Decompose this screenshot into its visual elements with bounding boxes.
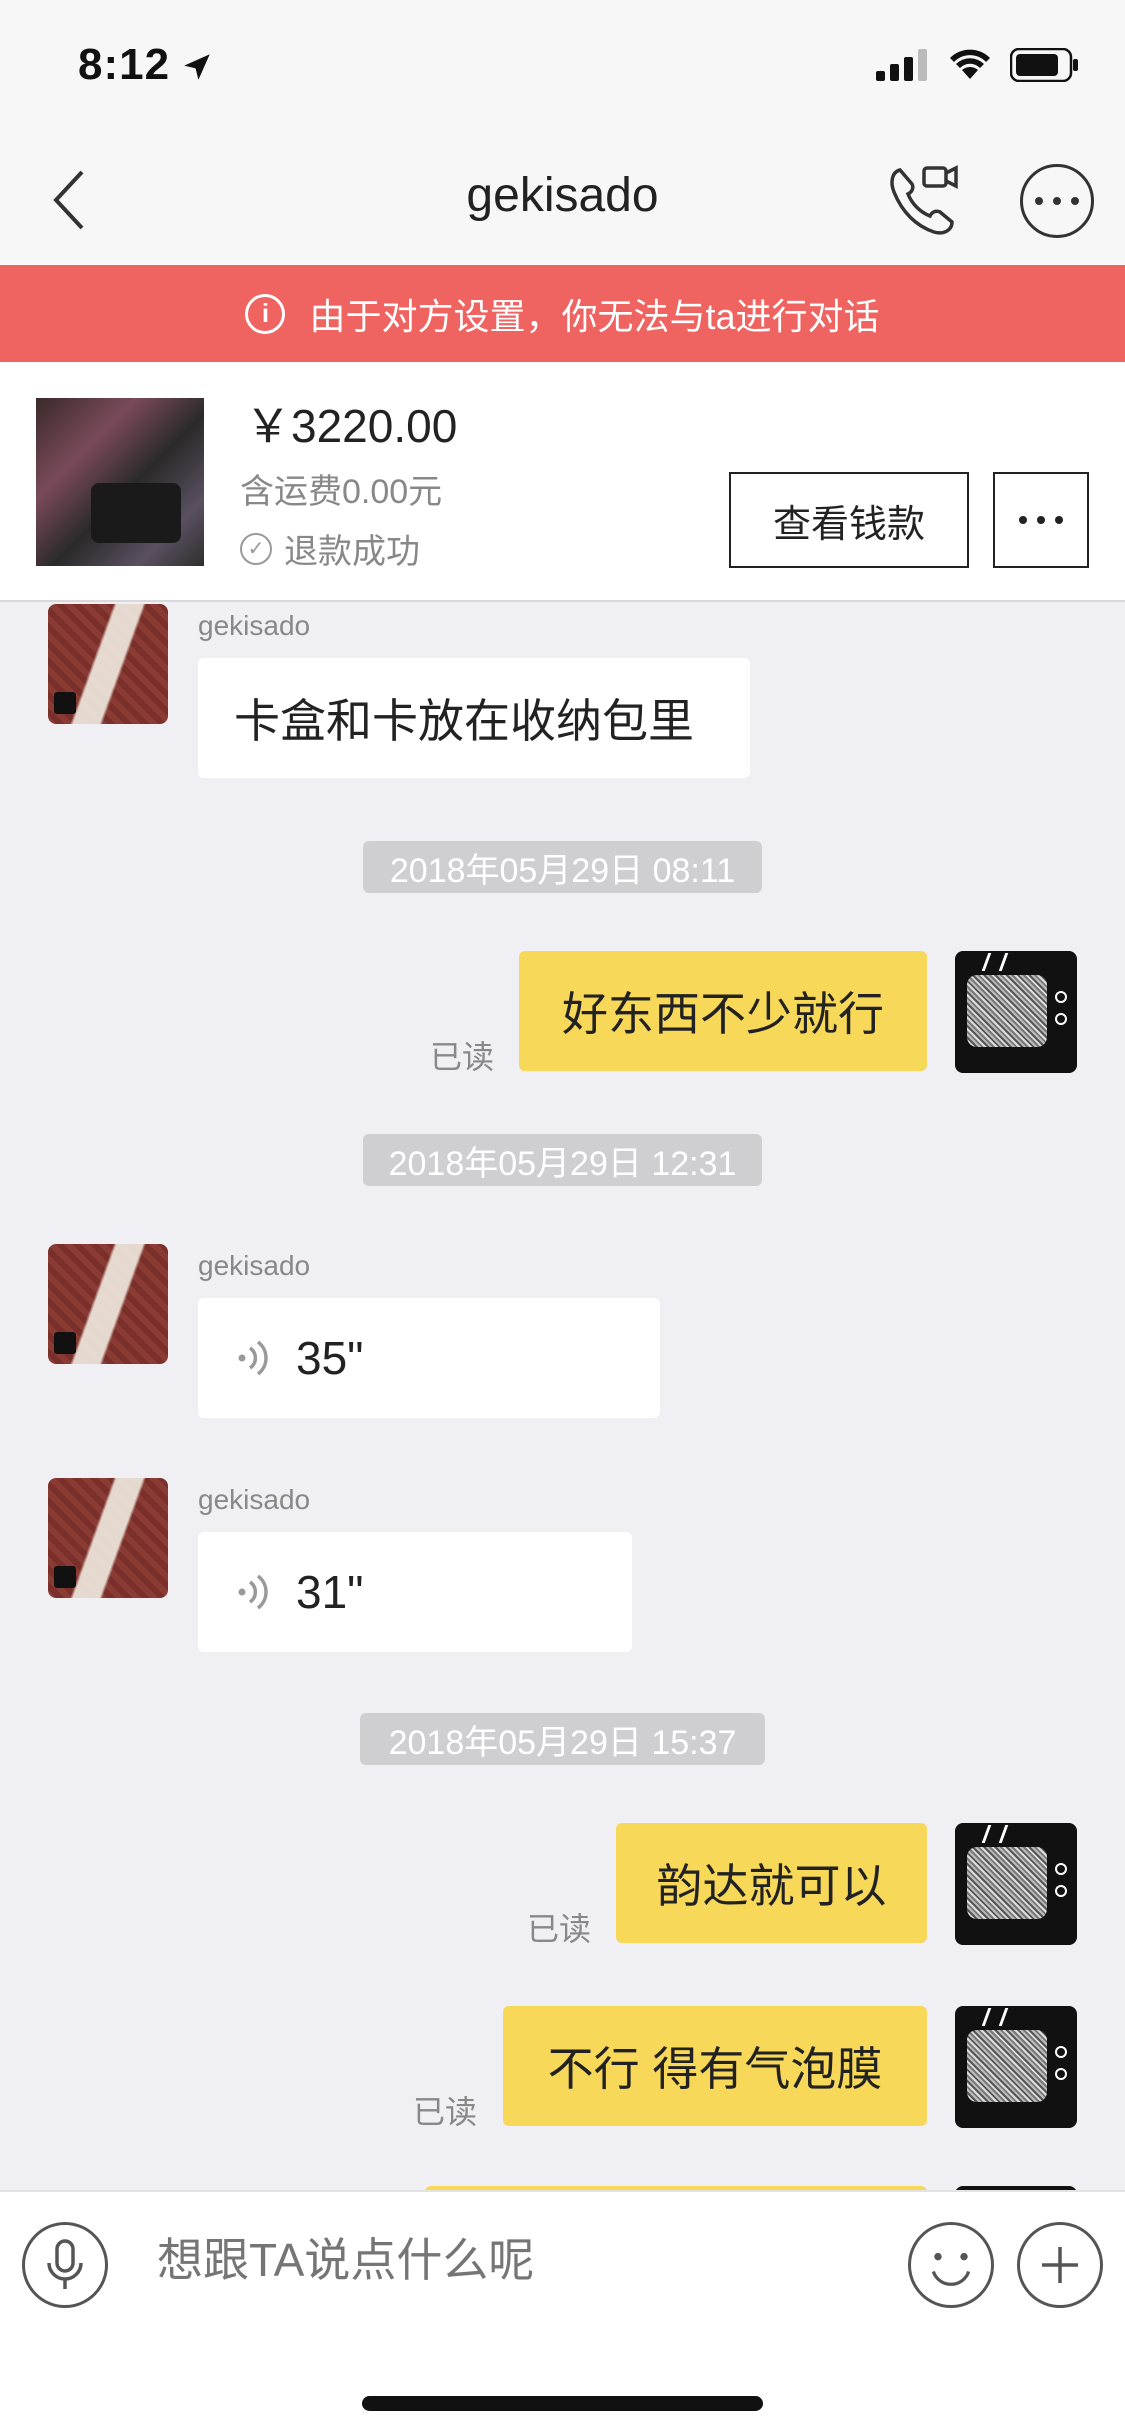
info-icon: i: [245, 293, 286, 334]
own-message-bubble[interactable]: 好东西不少就行: [519, 951, 927, 1071]
emoji-icon[interactable]: [908, 2222, 994, 2308]
own-message-bubble[interactable]: 不行 得有气泡膜: [503, 2006, 927, 2126]
home-area: [0, 2336, 1125, 2436]
voice-message[interactable]: 35": [198, 1298, 660, 1418]
shipping-fee: 含运费0.00元: [240, 473, 443, 511]
timestamp: 2018年05月29日 15:37: [360, 1713, 765, 1765]
timestamp: 2018年05月29日 08:11: [363, 841, 762, 893]
contact-avatar[interactable]: [48, 1478, 168, 1598]
own-avatar[interactable]: [955, 2006, 1077, 2128]
top-bar: 8:12 gekisado: [0, 0, 1125, 265]
sender-name: gekisado: [198, 1250, 311, 1281]
plus-icon[interactable]: [1017, 2222, 1103, 2308]
voice-message[interactable]: 31": [198, 1532, 632, 1652]
order-status: ✓ 退款成功: [240, 524, 420, 573]
chat-area[interactable]: gekisado 卡盒和卡放在收纳包里 2018年05月29日 08:11 已读…: [0, 604, 1125, 2190]
order-status-text: 退款成功: [284, 533, 420, 571]
input-bar: [0, 2190, 1125, 2336]
read-receipt: 已读: [413, 2094, 478, 2130]
own-avatar[interactable]: [955, 1823, 1077, 1945]
contact-avatar[interactable]: [48, 1244, 168, 1364]
product-price: ￥3220.00: [245, 400, 458, 452]
plus-glyph-icon: [1042, 2247, 1078, 2283]
view-payment-button[interactable]: 查看钱款: [729, 472, 969, 568]
sender-name: gekisado: [198, 1484, 311, 1515]
more-icon[interactable]: [1020, 164, 1094, 238]
location-arrow-icon: [184, 54, 210, 80]
contact-avatar[interactable]: [48, 604, 168, 724]
battery-icon: [1010, 48, 1078, 82]
read-receipt: 已读: [430, 1039, 495, 1075]
message-bubble[interactable]: 卡盒和卡放在收纳包里: [198, 658, 750, 778]
status-time: 8:12: [78, 40, 171, 89]
message-input[interactable]: [155, 2232, 855, 2288]
home-indicator[interactable]: [362, 2396, 763, 2411]
own-message-bubble[interactable]: 韵达就可以: [616, 1823, 927, 1943]
check-icon: ✓: [240, 532, 272, 565]
mic-icon[interactable]: [22, 2222, 108, 2308]
product-card[interactable]: ￥3220.00 含运费0.00元 ✓ 退款成功 查看钱款: [0, 362, 1125, 602]
read-receipt: 已读: [527, 1911, 592, 1947]
mic-glyph-icon: [47, 2239, 83, 2289]
voice-icon: [238, 1574, 268, 1610]
voice-duration: 31": [296, 1566, 364, 1618]
sender-name: gekisado: [198, 610, 311, 641]
signal-icon: [876, 49, 927, 81]
video-phone-icon[interactable]: [884, 160, 964, 240]
own-avatar[interactable]: [955, 951, 1077, 1073]
blocked-banner-text: 由于对方设置，你无法与ta进行对话: [309, 295, 880, 337]
wifi-icon: [950, 49, 990, 79]
product-image[interactable]: [36, 398, 204, 566]
voice-duration: 35": [296, 1332, 364, 1384]
timestamp: 2018年05月29日 12:31: [363, 1134, 762, 1186]
product-more-button[interactable]: [993, 472, 1089, 568]
status-indicators: [876, 48, 1080, 82]
voice-icon: [238, 1340, 268, 1376]
blocked-banner: i 由于对方设置，你无法与ta进行对话: [0, 265, 1125, 362]
